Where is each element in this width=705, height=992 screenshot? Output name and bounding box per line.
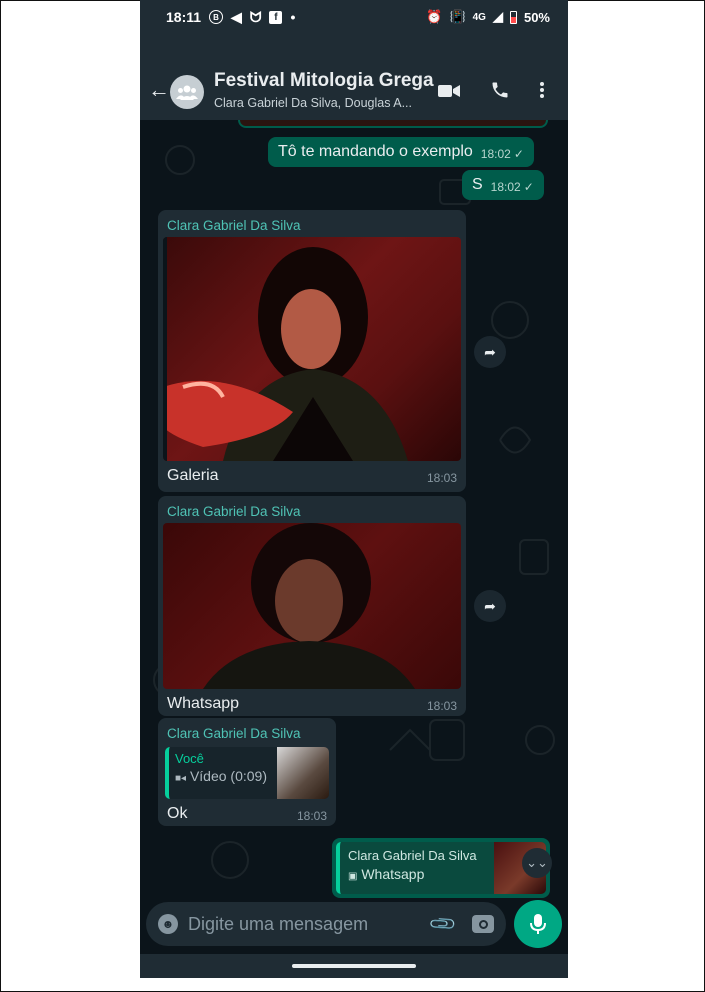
photo-attachment[interactable]: [163, 523, 461, 689]
attach-icon[interactable]: 📎: [427, 909, 458, 940]
phone-screen: 18:11 B ◀ ᗢ f • ⏰ 📳 4G ◢ 50% ← Festival …: [140, 0, 568, 978]
video-icon: ■◂: [175, 773, 187, 784]
home-gesture-handle[interactable]: [292, 964, 416, 968]
message-text: Tô te mandando o exemplo: [278, 143, 473, 160]
quoted-author: Clara Gabriel Da Silva: [348, 848, 477, 863]
message-time: 18:02: [490, 180, 521, 194]
photo-caption: Whatsapp: [167, 695, 240, 712]
quoted-message[interactable]: Clara Gabriel Da Silva ▣ Whatsapp: [336, 842, 546, 894]
forward-icon[interactable]: ➦: [474, 590, 506, 622]
message-list[interactable]: Tô te mandando o exemplo 18:02 ✓ S 18:02 ✓…: [140, 120, 568, 898]
quoted-text: Vídeo (0:09): [189, 768, 268, 784]
photo-icon: ▣: [348, 871, 358, 882]
photo-caption: Galeria: [167, 467, 219, 484]
message-time: 18:02: [480, 147, 511, 161]
quoted-text: Whatsapp: [361, 866, 425, 882]
sender-name: Clara Gabriel Da Silva: [167, 504, 301, 519]
sent-check-icon: ✓: [523, 180, 534, 194]
mic-icon: [530, 914, 546, 934]
scroll-to-bottom-button[interactable]: ⌄⌄: [522, 848, 552, 878]
message-outgoing-reply[interactable]: Clara Gabriel Da Silva ▣ Whatsapp: [332, 838, 550, 898]
double-chevron-down-icon: ⌄⌄: [526, 855, 548, 870]
message-text: S: [472, 176, 483, 193]
message-outgoing[interactable]: S 18:02 ✓: [462, 170, 544, 200]
quoted-message[interactable]: Você ■◂ Vídeo (0:09): [165, 747, 329, 799]
message-time: 18:03: [426, 699, 457, 713]
camera-icon[interactable]: [472, 915, 494, 933]
message-input[interactable]: ☻ Digite uma mensagem 📎: [146, 902, 506, 946]
forward-icon[interactable]: ➦: [474, 336, 506, 368]
photo-portrait-girl-dark: [203, 523, 415, 689]
sender-name: Clara Gabriel Da Silva: [167, 218, 301, 233]
message-placeholder: Digite uma mensagem: [188, 913, 369, 934]
composer: ☻ Digite uma mensagem 📎: [140, 898, 568, 954]
photo-portrait-girl-red-light: [163, 237, 408, 461]
mic-button[interactable]: [514, 900, 562, 948]
emoji-icon[interactable]: ☻: [158, 914, 178, 934]
message-outgoing[interactable]: Tô te mandando o exemplo 18:02 ✓: [268, 137, 534, 167]
quoted-author: Você: [175, 751, 204, 766]
message-incoming-photo[interactable]: Clara Gabriel Da Silva Whatsapp 18:03: [158, 496, 466, 716]
message-time: 18:03: [296, 809, 327, 823]
quoted-video-thumbnail: [277, 747, 329, 799]
message-bubble-cutoff[interactable]: [238, 120, 548, 128]
message-text: Ok: [167, 805, 188, 822]
photo-attachment[interactable]: [163, 237, 461, 461]
chat-header: [140, 0, 568, 120]
sender-name: Clara Gabriel Da Silva: [167, 726, 301, 741]
message-incoming-photo[interactable]: Clara Gabriel Da Silva Galeria 18:03: [158, 210, 466, 492]
sent-check-icon: ✓: [513, 147, 524, 161]
message-time: 18:03: [426, 471, 457, 485]
system-nav-bar: [140, 954, 568, 978]
message-incoming-reply[interactable]: Clara Gabriel Da Silva Você ■◂ Vídeo (0:…: [158, 718, 336, 826]
